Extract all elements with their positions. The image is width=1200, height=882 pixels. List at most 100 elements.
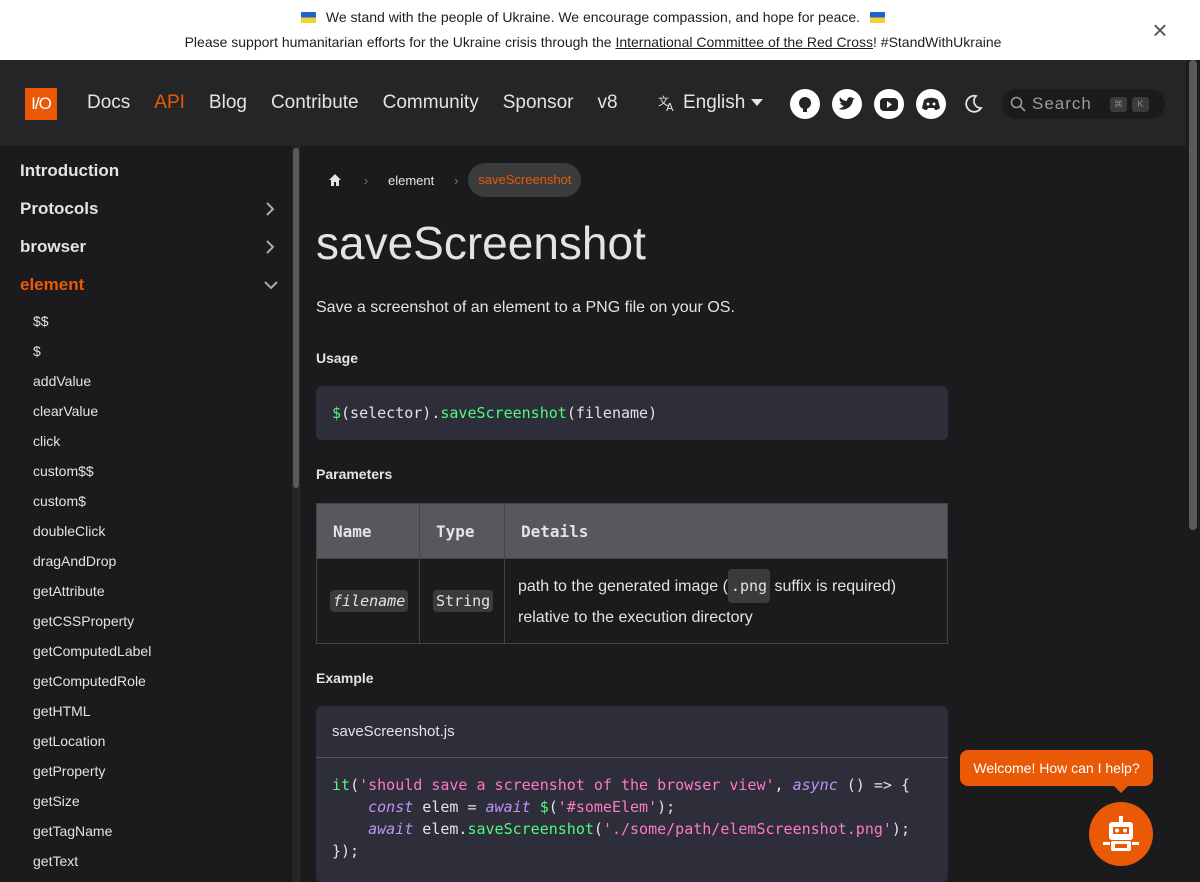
nav-link-blog[interactable]: Blog [209,92,247,114]
param-name-cell: filename [316,558,420,644]
nav-link-docs[interactable]: Docs [87,92,130,114]
logo[interactable]: I/O [25,88,57,120]
language-dropdown[interactable]: 文A English [657,92,764,114]
sidebar-item[interactable]: getLocation [33,733,105,749]
sidebar-item[interactable]: getTagName [33,823,112,839]
announcement-bar: We stand with the people of Ukraine. We … [0,0,1200,60]
code-token: (selector). [341,404,441,422]
parameters-heading: Parameters [316,466,393,482]
close-announcement-button[interactable]: × [1150,16,1170,44]
nav-link-sponsor[interactable]: Sponsor [503,92,574,114]
announcement-text: We stand with the people of Ukraine. We … [325,9,861,25]
param-name: filename [330,590,409,612]
github-icon[interactable] [790,89,820,119]
example-code: it('should save a screenshot of the brow… [332,776,910,860]
example-code-block: saveScreenshot.js it('should save a scre… [316,706,948,882]
code-token: it [332,776,351,794]
red-cross-link[interactable]: International Committee of the Red Cross [615,34,873,50]
ukraine-flag-icon [870,12,886,23]
breadcrumb: › element › saveScreenshot [316,163,582,197]
sidebar-item[interactable]: getComputedLabel [33,643,151,659]
sidebar-item[interactable]: $ [33,343,41,359]
breadcrumb-separator: › [454,172,459,188]
chat-welcome-bubble[interactable]: Welcome! How can I help? [960,750,1153,793]
sidebar-item[interactable]: getComputedRole [33,673,146,689]
code-token: ); [891,820,910,838]
code-token: await [485,798,531,816]
home-icon[interactable] [316,163,354,197]
breadcrumb-current: saveScreenshot [468,163,582,197]
sidebar-scroll-thumb[interactable] [293,148,299,488]
param-type: String [433,590,494,612]
code-token: }); [332,842,360,860]
param-details-code: .png [727,569,771,603]
code-token: saveScreenshot [467,820,594,838]
chevron-down-icon[interactable] [263,280,279,290]
youtube-icon[interactable] [874,89,904,119]
code-token: await [368,820,414,838]
sidebar-category-label: Introduction [20,161,120,180]
code-token: $ [332,404,342,422]
nav-links: Docs API Blog Contribute Community Spons… [87,92,618,114]
nav-link-api[interactable]: API [154,92,185,114]
table-header-details: Details [504,503,948,559]
sidebar-category-label: element [20,275,85,294]
sidebar-item[interactable]: clearValue [33,403,98,419]
code-token: ); [657,798,676,816]
sidebar-category-protocols[interactable]: Protocols [20,199,285,219]
nav-link-version[interactable]: v8 [597,92,617,114]
chat-bot-button[interactable] [1089,802,1153,866]
sidebar-item[interactable]: getProperty [33,763,105,779]
sidebar-item[interactable]: dragAndDrop [33,553,116,569]
code-token: async [792,776,838,794]
table-header-type: Type [419,503,505,559]
sidebar-category-element[interactable]: element [20,275,285,295]
code-token: $ [539,798,549,816]
sidebar-item[interactable]: click [33,433,60,449]
sidebar-scrollbar[interactable] [292,146,299,882]
sidebar-item[interactable]: custom$ [33,493,86,509]
moon-icon [965,94,983,113]
dark-mode-toggle[interactable] [962,93,984,120]
sidebar-item[interactable]: doubleClick [33,523,105,539]
chevron-right-icon[interactable] [265,201,275,217]
translate-icon: 文A [658,94,674,113]
param-type-cell: String [419,558,505,644]
sidebar-category-browser[interactable]: browser [20,237,285,257]
navbar: I/O Docs API Blog Contribute Community S… [0,60,1186,146]
sidebar-category-introduction[interactable]: Introduction [20,161,285,181]
breadcrumb-link-element[interactable]: element [378,173,444,188]
discord-icon[interactable] [916,89,946,119]
twitter-icon[interactable] [832,89,862,119]
parameters-table: Name Type Details filename String path t… [316,503,948,644]
page-title: saveScreenshot [316,217,646,269]
nav-link-contribute[interactable]: Contribute [271,92,359,114]
announcement-line-2: Please support humanitarian efforts for … [0,34,1186,50]
sidebar-item[interactable]: custom$$ [33,463,94,479]
page-scroll-thumb[interactable] [1189,60,1197,530]
table-header-row: Name Type Details [316,503,948,559]
sidebar-item[interactable]: getText [33,853,78,869]
page-description: Save a screenshot of an element to a PNG… [316,299,735,316]
sidebar-item[interactable]: getCSSProperty [33,613,134,629]
search-button[interactable]: Search ⌘ K [1002,89,1165,119]
page-scrollbar[interactable] [1186,60,1200,882]
usage-code-block: $(selector).saveScreenshot(filename) [316,386,948,440]
language-label: English [683,92,746,113]
chevron-right-icon[interactable] [265,239,275,255]
code-token: 'should save a screenshot of the browser… [359,776,775,794]
k-key: K [1131,96,1149,112]
code-token: elem. [413,820,468,838]
sidebar-item[interactable]: $$ [33,313,49,329]
code-token: const [368,798,414,816]
ukraine-flag-icon [300,12,316,23]
sidebar-category-label: Protocols [20,199,99,218]
nav-link-community[interactable]: Community [383,92,479,114]
sidebar-item[interactable]: getSize [33,793,80,809]
announcement-support-text: Please support humanitarian efforts for … [184,34,612,50]
sidebar-item[interactable]: addValue [33,373,91,389]
caret-down-icon [751,99,764,106]
table-row: filename String path to the generated im… [316,558,948,644]
sidebar-item[interactable]: getHTML [33,703,91,719]
sidebar-item[interactable]: getAttribute [33,583,105,599]
